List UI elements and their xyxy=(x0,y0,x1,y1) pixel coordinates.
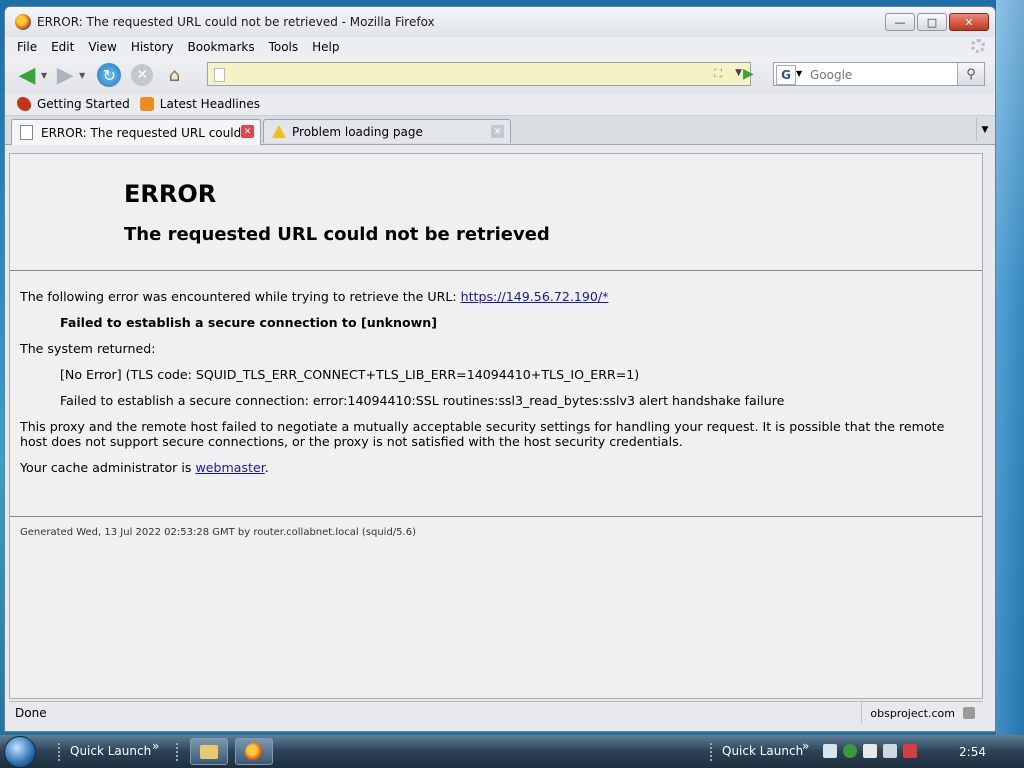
firefox-icon xyxy=(245,742,263,761)
search-input[interactable] xyxy=(808,66,962,84)
url-history-dropdown-icon[interactable]: ▼ xyxy=(735,68,742,78)
error-detail: Failed to establish a secure connection:… xyxy=(60,393,785,408)
minimize-button[interactable]: — xyxy=(885,13,915,31)
throbber-icon xyxy=(971,39,985,53)
desktop-wallpaper-strip xyxy=(996,0,1024,735)
url-link[interactable]: https://149.56.72.190/* xyxy=(461,289,609,304)
rss-icon xyxy=(139,97,154,111)
taskbar-explorer-button[interactable] xyxy=(190,738,228,765)
status-domain: obsproject.com xyxy=(870,706,955,720)
forward-history-dropdown-icon[interactable]: ▼ xyxy=(79,71,85,80)
tab-close-icon[interactable]: ✕ xyxy=(491,125,504,138)
back-arrow-icon[interactable]: ◀ xyxy=(15,63,39,88)
intro-paragraph: The following error was encountered whil… xyxy=(20,289,972,304)
intro-text: The following error was encountered whil… xyxy=(20,289,461,304)
page-icon xyxy=(20,125,33,140)
admin-paragraph: Your cache administrator is webmaster. xyxy=(20,460,972,475)
taskbar: Quick Launch » Quick Launch » 2:54 xyxy=(0,735,1024,768)
taskbar-firefox-button[interactable] xyxy=(235,738,273,765)
tab-error[interactable]: ERROR: The requested URL could... ✕ xyxy=(11,119,261,145)
admin-text: Your cache administrator is xyxy=(20,460,196,475)
stop-icon[interactable]: ✕ xyxy=(131,64,154,86)
firefox-bookmark-icon xyxy=(17,97,31,111)
menu-history[interactable]: History xyxy=(131,40,174,54)
back-history-dropdown-icon[interactable]: ▼ xyxy=(41,71,47,80)
flag-tray-icon[interactable] xyxy=(863,744,877,758)
search-magnifier-icon[interactable]: ⚲ xyxy=(957,63,984,85)
bookmarks-toolbar: Getting Started Latest Headlines xyxy=(5,93,995,116)
firefox-icon xyxy=(15,14,31,30)
network-tray-icon[interactable] xyxy=(883,744,897,758)
status-bar: Done obsproject.com xyxy=(9,701,983,724)
lock-icon[interactable] xyxy=(963,707,975,719)
tab-problem-loading[interactable]: Problem loading page ✕ xyxy=(263,119,511,143)
search-engine-icon[interactable]: G xyxy=(776,65,796,85)
maximize-button[interactable]: □ xyxy=(917,13,947,31)
bookmark-getting-started[interactable]: Getting Started xyxy=(17,97,130,111)
menu-bar: File Edit View History Bookmarks Tools H… xyxy=(5,37,995,57)
tab-close-icon[interactable]: ✕ xyxy=(241,125,254,138)
folder-icon xyxy=(200,744,218,759)
warning-icon xyxy=(272,125,286,138)
toolbar-grip[interactable] xyxy=(176,743,182,761)
tab-label: ERROR: The requested URL could... xyxy=(41,125,253,140)
url-bar[interactable]: ⛶ ▼ xyxy=(207,62,751,86)
title-bar[interactable]: ERROR: The requested URL could not be re… xyxy=(5,7,995,37)
status-text: Done xyxy=(15,706,47,720)
url-input[interactable] xyxy=(228,65,702,85)
clock[interactable]: 2:54 xyxy=(959,745,986,759)
search-box: G ▼ ⚲ xyxy=(773,62,985,86)
window-title: ERROR: The requested URL could not be re… xyxy=(37,15,435,29)
navigation-toolbar: ◀ ▼ ▶ ▼ ↻ ✕ ⌂ ⛶ ▼ ▶ G ▼ ⚲ xyxy=(5,57,995,93)
start-button[interactable] xyxy=(4,736,36,768)
toolbar-grip[interactable] xyxy=(710,743,716,761)
search-engine-dropdown-icon[interactable]: ▼ xyxy=(796,69,802,78)
bookmark-label: Getting Started xyxy=(37,97,130,111)
chevron-right-icon[interactable]: » xyxy=(802,739,809,753)
error-header: ERROR The requested URL could not be ret… xyxy=(10,154,982,271)
admin-period: . xyxy=(264,460,269,475)
failure-message: Failed to establish a secure connection … xyxy=(60,315,438,330)
tab-list-dropdown-icon[interactable]: ▼ xyxy=(976,118,993,142)
forward-arrow-icon[interactable]: ▶ xyxy=(53,63,77,88)
tab-label: Problem loading page xyxy=(292,124,423,139)
error-code: [No Error] (TLS code: SQUID_TLS_ERR_CONN… xyxy=(60,367,640,382)
bookmark-latest-headlines[interactable]: Latest Headlines xyxy=(139,97,260,111)
document-tray-icon[interactable] xyxy=(823,744,837,758)
chevron-right-icon[interactable]: » xyxy=(152,739,159,753)
menu-view[interactable]: View xyxy=(88,40,116,54)
volume-muted-icon[interactable] xyxy=(903,744,917,758)
menu-edit[interactable]: Edit xyxy=(51,40,74,54)
status-domain-panel: obsproject.com xyxy=(861,702,983,724)
close-button[interactable]: ✕ xyxy=(949,13,989,31)
reload-icon[interactable]: ↻ xyxy=(97,63,122,87)
shield-tray-icon[interactable] xyxy=(843,744,857,758)
webmaster-link[interactable]: webmaster xyxy=(195,460,264,475)
menu-file[interactable]: File xyxy=(17,40,37,54)
page-icon xyxy=(214,68,225,82)
bookmark-label: Latest Headlines xyxy=(159,97,260,111)
system-tray xyxy=(823,744,917,758)
quick-launch-label-left[interactable]: Quick Launch xyxy=(70,744,151,758)
menu-tools[interactable]: Tools xyxy=(269,40,299,54)
bookmark-star-icon[interactable]: ⛶ xyxy=(714,67,722,81)
explanation-paragraph: This proxy and the remote host failed to… xyxy=(20,419,945,449)
tab-strip: ERROR: The requested URL could... ✕ Prob… xyxy=(5,116,995,145)
firefox-window: ERROR: The requested URL could not be re… xyxy=(4,6,996,732)
home-icon[interactable]: ⌂ xyxy=(163,64,185,86)
page-subheading: The requested URL could not be retrieved xyxy=(124,224,550,245)
window-controls: — □ ✕ xyxy=(885,13,989,31)
system-returned: The system returned: xyxy=(20,341,156,356)
quick-launch-label-right[interactable]: Quick Launch xyxy=(722,744,803,758)
go-arrow-icon[interactable]: ▶ xyxy=(743,66,754,82)
toolbar-grip[interactable] xyxy=(58,743,64,761)
page-heading: ERROR xyxy=(124,180,217,208)
error-body: The following error was encountered whil… xyxy=(10,271,982,475)
menu-bookmarks[interactable]: Bookmarks xyxy=(188,40,255,54)
menu-help[interactable]: Help xyxy=(312,40,339,54)
page-content: ERROR The requested URL could not be ret… xyxy=(9,153,983,699)
generated-footer: Generated Wed, 13 Jul 2022 02:53:28 GMT … xyxy=(10,516,982,548)
